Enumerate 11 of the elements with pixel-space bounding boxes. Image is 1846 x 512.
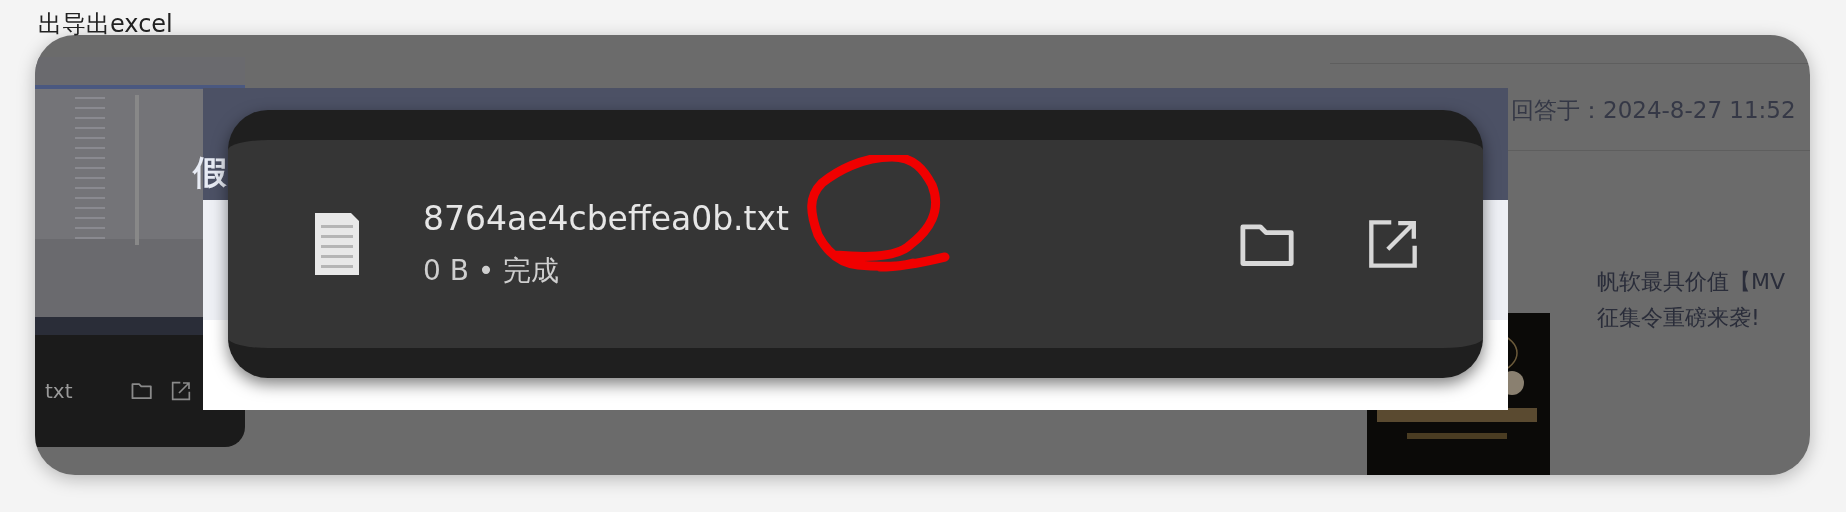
- download-filename: txt: [45, 379, 73, 403]
- external-link-icon: [1367, 218, 1419, 270]
- promo-title[interactable]: 帆软最具价值【MV: [1597, 267, 1786, 297]
- document-icon: [313, 211, 361, 277]
- heading: 出导出excel: [38, 9, 173, 40]
- folder-icon: [130, 382, 153, 400]
- promo-subtitle[interactable]: 征集令重磅来袭!: [1597, 303, 1760, 333]
- partial-text: 假: [193, 151, 227, 194]
- download-filename[interactable]: 8764ae4cbeffea0b.txt: [423, 198, 1233, 238]
- external-link-icon: [170, 381, 191, 401]
- download-status: 0 B • 完成: [423, 252, 561, 289]
